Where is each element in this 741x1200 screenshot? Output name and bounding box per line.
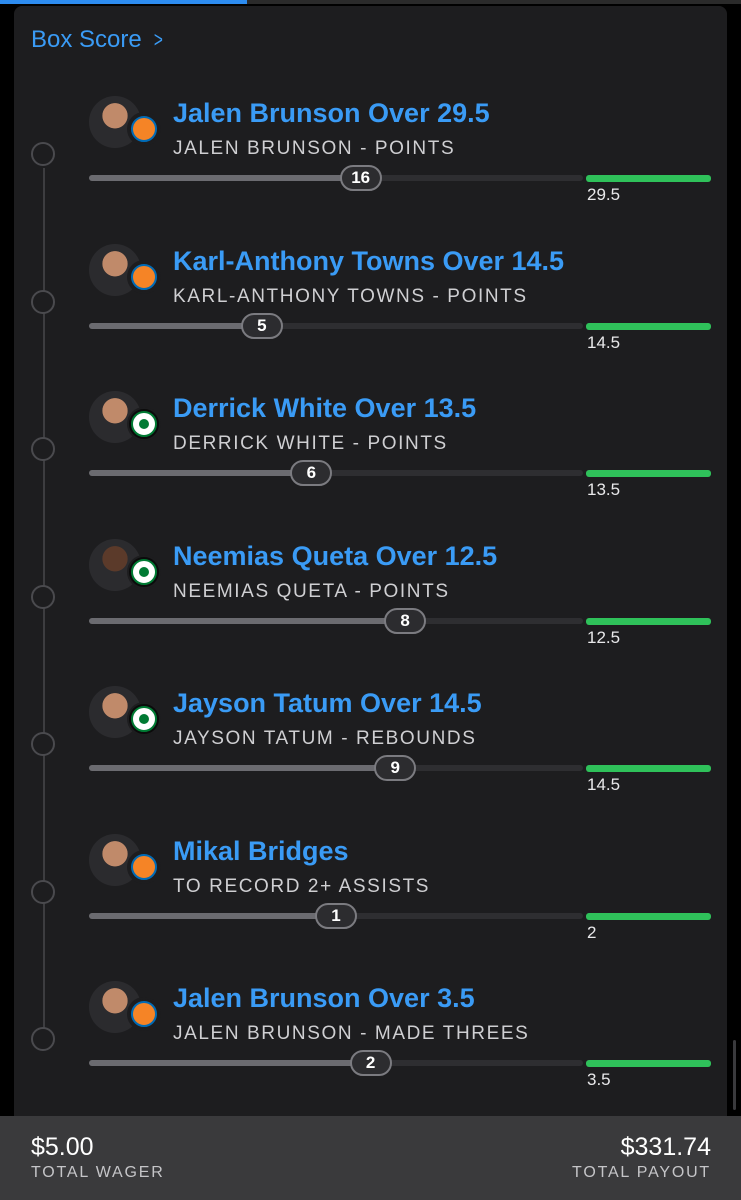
team-logo-icon: [127, 554, 161, 589]
timeline-node: [31, 142, 55, 166]
target-bar: [586, 912, 711, 920]
timeline-node: [31, 289, 55, 314]
progress-fill: [89, 322, 262, 329]
target-bar: [586, 1060, 711, 1067]
progress-track: [89, 765, 583, 771]
leg-title[interactable]: Mikal Bridges: [173, 836, 349, 867]
leg-subtitle: DERRICK WHITE - POINTS: [173, 433, 448, 454]
leg-title[interactable]: Karl-Anthony Towns Over 14.5: [173, 246, 564, 277]
current-value-pill: 9: [374, 755, 417, 781]
timeline-node: [31, 584, 55, 609]
current-value-pill: 2: [349, 1050, 392, 1076]
total-payout-label: TOTAL PAYOUT: [572, 1164, 711, 1181]
timeline-node: [31, 732, 55, 756]
celtics-logo-icon: [131, 411, 157, 437]
celtics-logo-icon: [131, 558, 157, 585]
progress-fill: [89, 1060, 371, 1066]
target-value: 3.5: [587, 1070, 611, 1089]
target-value: 12.5: [587, 627, 621, 647]
team-logo-icon: [127, 112, 161, 146]
knicks-logo-icon: [131, 263, 157, 290]
progress-track: [89, 175, 583, 181]
leg-subtitle: JALEN BRUNSON - MADE THREES: [173, 1023, 530, 1044]
total-wager-label: TOTAL WAGER: [31, 1164, 165, 1181]
leg-subtitle: JALEN BRUNSON - POINTS: [173, 138, 456, 159]
target-bar: [586, 322, 711, 330]
target-value: 14.5: [587, 332, 621, 352]
current-value-pill: 5: [240, 312, 283, 339]
leg-subtitle: JAYSON TATUM - REBOUNDS: [173, 728, 477, 749]
progress-fill: [89, 912, 336, 919]
target-value: 2: [587, 922, 597, 942]
current-value-pill: 1: [315, 902, 357, 929]
top-progress-fill: [0, 0, 247, 4]
leg-title[interactable]: Jalen Brunson Over 29.5: [173, 98, 490, 129]
target-bar: [586, 765, 711, 772]
team-logo-icon: [127, 407, 161, 441]
progress-track: [89, 617, 583, 624]
chevron-right-icon: >: [153, 27, 163, 52]
box-score-label: Box Score: [31, 26, 142, 53]
leg-subtitle: TO RECORD 2+ ASSISTS: [173, 875, 431, 897]
leg-subtitle: NEEMIAS QUETA - POINTS: [173, 580, 450, 602]
team-logo-icon: [127, 702, 161, 736]
timeline-node: [31, 1027, 55, 1051]
top-progress-bar: [0, 0, 741, 4]
leg-title[interactable]: Neemias Queta Over 12.5: [173, 541, 497, 572]
total-payout-value: $331.74: [620, 1133, 711, 1161]
progress-track: [89, 1060, 583, 1066]
progress-fill: [89, 765, 396, 771]
timeline-node: [31, 879, 55, 904]
leg-title[interactable]: Jayson Tatum Over 14.5: [173, 688, 482, 719]
timeline-node: [31, 437, 55, 461]
target-value: 14.5: [587, 775, 621, 794]
target-bar: [586, 175, 711, 182]
leg-title[interactable]: Derrick White Over 13.5: [173, 393, 476, 424]
total-wager-value: $5.00: [31, 1133, 94, 1161]
current-value-pill: 6: [290, 460, 333, 486]
knicks-logo-icon: [131, 1001, 157, 1027]
leg-subtitle: KARL-ANTHONY TOWNS - POINTS: [173, 285, 528, 307]
knicks-logo-icon: [131, 116, 157, 142]
target-value: 29.5: [587, 185, 621, 204]
progress-fill: [89, 617, 406, 624]
knicks-logo-icon: [131, 853, 157, 880]
team-logo-icon: [127, 259, 161, 294]
team-logo-icon: [127, 997, 161, 1031]
celtics-logo-icon: [131, 706, 157, 732]
target-bar: [586, 617, 711, 625]
current-value-pill: 8: [384, 607, 427, 634]
target-bar: [586, 470, 711, 477]
progress-track: [89, 470, 583, 476]
target-value: 13.5: [587, 480, 621, 499]
progress-fill: [89, 175, 361, 181]
progress-fill: [89, 470, 312, 476]
box-score-link[interactable]: Box Score >: [31, 26, 165, 54]
current-value-pill: 16: [339, 165, 382, 191]
team-logo-icon: [127, 849, 161, 884]
leg-title[interactable]: Jalen Brunson Over 3.5: [173, 983, 475, 1014]
scrollbar[interactable]: [733, 1040, 736, 1110]
progress-track: [89, 322, 583, 329]
